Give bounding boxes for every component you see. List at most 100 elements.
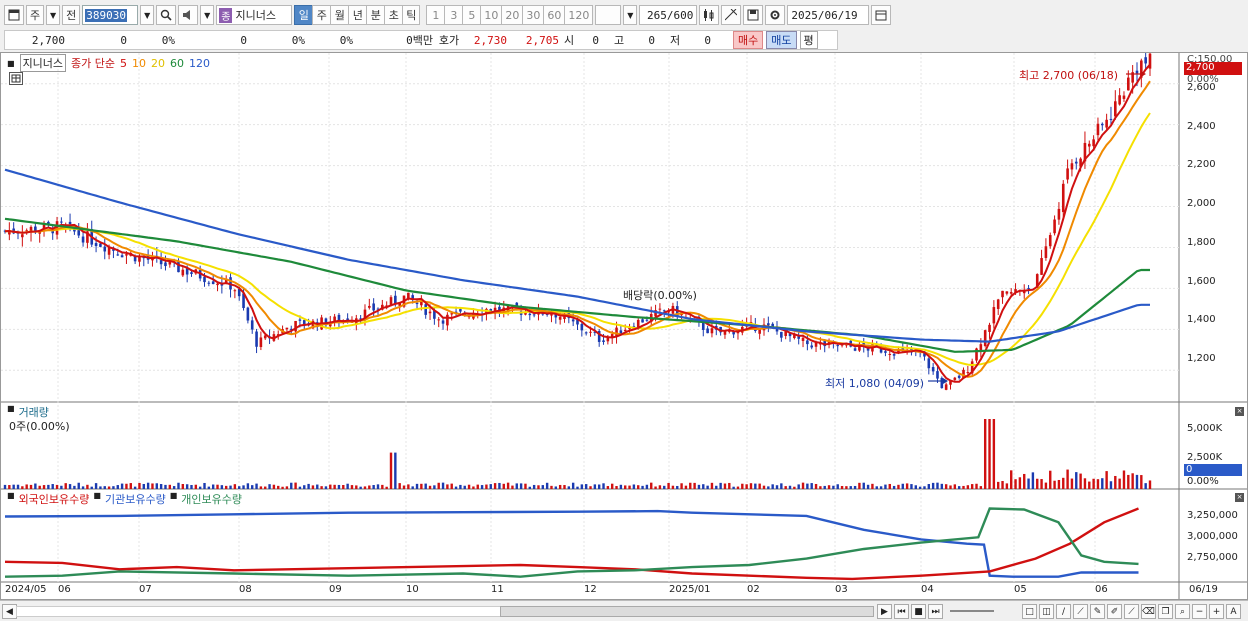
volume-bar xyxy=(918,486,922,489)
sell-button[interactable]: 매도 xyxy=(766,31,797,49)
volume-pane-close-icon[interactable]: × xyxy=(1235,407,1244,416)
volume-bar xyxy=(146,482,150,489)
interval-30[interactable]: 30 xyxy=(522,5,544,25)
prev-button[interactable]: 전 xyxy=(62,5,81,25)
chevron-down-icon[interactable]: ▼ xyxy=(46,5,61,25)
search-icon[interactable] xyxy=(156,5,177,25)
volume-bar xyxy=(736,486,740,489)
volume-tick-5000k: 5,000K xyxy=(1187,423,1223,434)
volume-bar xyxy=(940,483,944,489)
candle-body xyxy=(333,316,336,321)
zoom-in-icon[interactable]: + xyxy=(1209,604,1224,619)
volume-bar xyxy=(99,486,102,489)
zoom-slider[interactable] xyxy=(950,610,994,612)
gear-icon[interactable] xyxy=(765,5,786,25)
compare-icon[interactable]: ◫ xyxy=(1039,604,1054,619)
flat-button[interactable]: 평 xyxy=(799,31,818,49)
volume-bar xyxy=(316,484,319,489)
volume-bar xyxy=(290,482,293,489)
buy-button[interactable]: 매수 xyxy=(733,31,764,49)
tab-month[interactable]: 월 xyxy=(330,5,349,25)
mode-button[interactable]: 주 xyxy=(26,5,45,25)
scroll-left-icon[interactable]: ◀ xyxy=(2,604,17,619)
copy-icon[interactable]: ❐ xyxy=(1158,604,1173,619)
volume-bar xyxy=(997,481,1000,489)
tab-year[interactable]: 년 xyxy=(348,5,367,25)
brush-icon[interactable]: ✎ xyxy=(1090,604,1105,619)
interval-120[interactable]: 120 xyxy=(564,5,594,25)
first-page-icon[interactable]: ⏮ xyxy=(894,604,909,619)
interval-5[interactable]: 5 xyxy=(462,5,481,25)
candle-body xyxy=(233,290,237,292)
last-page-icon[interactable]: ⏭ xyxy=(928,604,943,619)
interval-3[interactable]: 3 xyxy=(444,5,463,25)
holding-pane-close-icon[interactable]: × xyxy=(1235,493,1244,502)
tab-week[interactable]: 주 xyxy=(312,5,331,25)
stock-code-input[interactable]: 389030 xyxy=(82,5,139,25)
bar-count-input[interactable]: 265/600 xyxy=(639,5,698,25)
interval-1[interactable]: 1 xyxy=(426,5,445,25)
volume-bar xyxy=(975,483,978,489)
volume-bar xyxy=(610,483,614,489)
chart-canvas[interactable] xyxy=(1,42,1247,599)
draw-line-icon[interactable]: ∕ xyxy=(1056,604,1071,619)
volume-bar xyxy=(359,486,362,489)
candle-body xyxy=(441,320,445,324)
volume-bar xyxy=(684,485,688,489)
speaker-icon[interactable] xyxy=(178,5,199,25)
interval-60[interactable]: 60 xyxy=(543,5,565,25)
volume-bar xyxy=(155,483,158,489)
volume-bar xyxy=(558,484,562,489)
candle-body xyxy=(190,272,193,274)
window-icon[interactable] xyxy=(4,5,24,25)
zoom-out-icon[interactable]: − xyxy=(1192,604,1207,619)
volume-bar xyxy=(832,485,835,489)
stock-name-box[interactable]: 종 지니너스 xyxy=(216,5,293,25)
tab-minute[interactable]: 분 xyxy=(366,5,385,25)
volume-bar xyxy=(589,486,592,489)
volume-bar xyxy=(914,485,917,489)
interval-10[interactable]: 10 xyxy=(480,5,502,25)
price-pane-name[interactable]: 지니너스 xyxy=(19,54,67,72)
chart-area[interactable]: ■ 지니너스 종가 단순 5 10 20 60 120 최고 2,700 (06… xyxy=(0,42,1248,600)
draw-tool-icon[interactable]: ⟋ xyxy=(1073,604,1088,619)
layout-icon[interactable]: □ xyxy=(1022,604,1037,619)
stock-name: 지니너스 xyxy=(235,9,276,22)
speaker-dropdown-icon[interactable]: ▼ xyxy=(200,5,215,25)
save-icon[interactable] xyxy=(743,5,764,25)
eraser-icon[interactable]: ⌫ xyxy=(1141,604,1156,619)
volume-bar xyxy=(125,483,128,489)
text-size-icon[interactable]: A xyxy=(1226,604,1241,619)
code-dropdown-icon[interactable]: ▼ xyxy=(140,5,155,25)
crosshair-icon[interactable] xyxy=(721,5,742,25)
tab-second[interactable]: 초 xyxy=(384,5,403,25)
tab-tick[interactable]: 틱 xyxy=(402,5,421,25)
interval-dropdown-icon[interactable]: ▼ xyxy=(623,5,638,25)
scroll-right-icon[interactable]: ▶ xyxy=(877,604,892,619)
scroll-thumb[interactable] xyxy=(500,606,874,617)
volume-bar xyxy=(459,484,462,489)
scroll-bar[interactable]: ◀ ▶ ⏮ ■ ⏭ □ ◫ ∕ ⟋ ✎ ✐ ⟋ ⌫ ❐ ⌕ − + A xyxy=(0,600,1248,621)
volume-bar xyxy=(845,486,848,489)
calendar-icon[interactable] xyxy=(871,5,892,25)
interval-custom-input[interactable] xyxy=(595,5,622,25)
volume-bar xyxy=(1057,479,1061,489)
volume-bar xyxy=(528,486,531,489)
search-icon-2[interactable]: ⌕ xyxy=(1175,604,1190,619)
quote-change-pct: 0% xyxy=(161,33,175,47)
interval-20[interactable]: 20 xyxy=(501,5,523,25)
date-input[interactable]: 2025/06/19 xyxy=(787,5,870,25)
table-icon[interactable] xyxy=(9,72,23,85)
quote-low: 0 xyxy=(704,33,711,47)
volume-bar xyxy=(936,482,939,489)
candle-body xyxy=(1092,139,1095,147)
stop-icon[interactable]: ■ xyxy=(911,604,926,619)
holding-marker-icon: ■ xyxy=(7,491,15,500)
ruler-icon[interactable]: ⟋ xyxy=(1124,604,1139,619)
tab-day[interactable]: 일 xyxy=(294,5,313,25)
volume-bar xyxy=(541,485,545,489)
candle-icon[interactable] xyxy=(699,5,720,25)
pencil-icon[interactable]: ✐ xyxy=(1107,604,1122,619)
stock-type-tag: 종 xyxy=(219,7,233,23)
volume-bar xyxy=(715,485,718,489)
